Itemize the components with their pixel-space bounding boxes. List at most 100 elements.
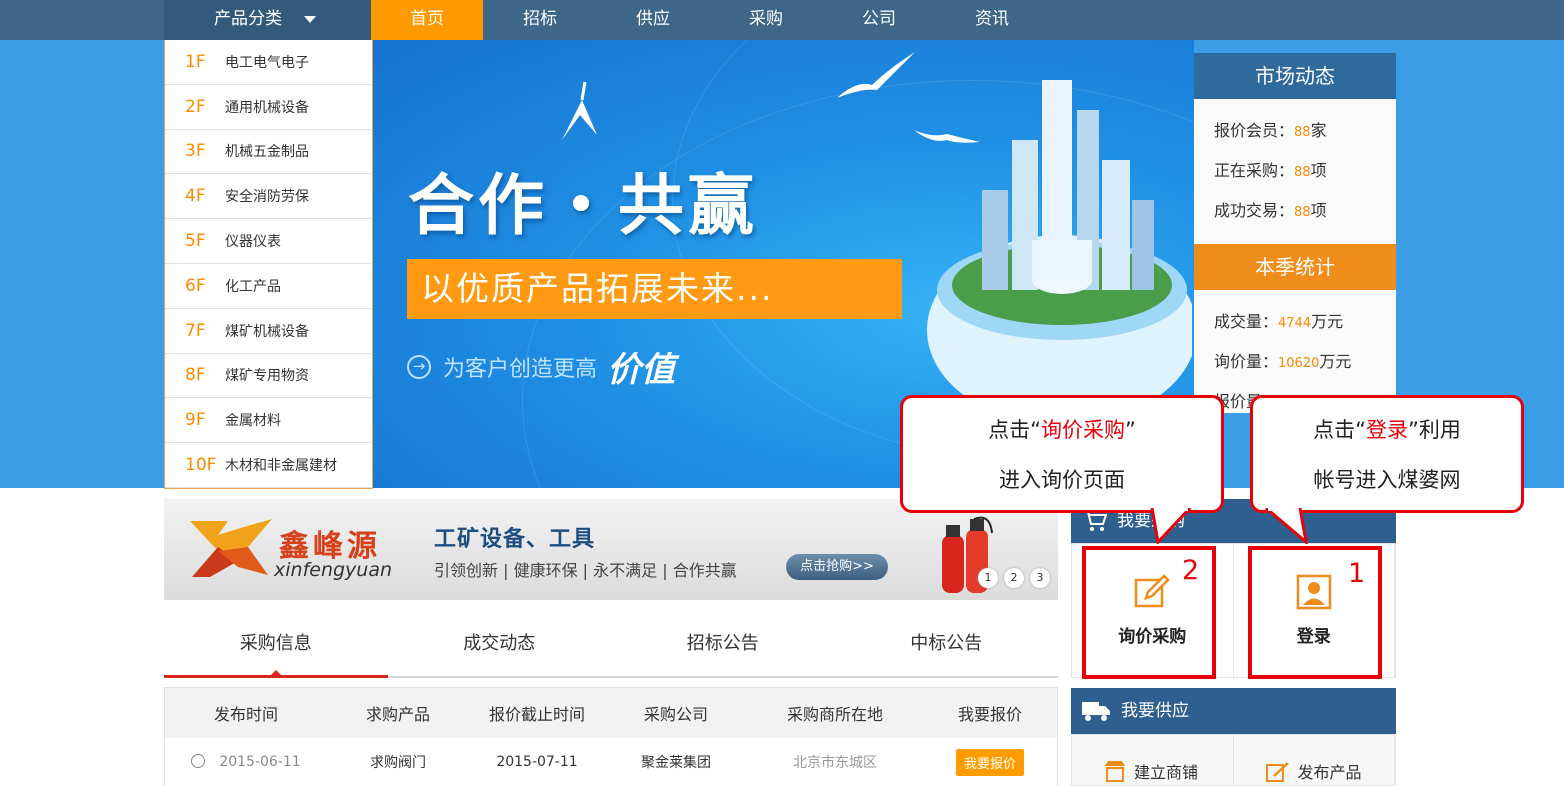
category-floor: 9F: [185, 410, 206, 431]
build-shop-label: 建立商铺: [1134, 763, 1199, 782]
ad-page-dot[interactable]: 2: [1004, 568, 1024, 588]
category-floor: 1F: [185, 51, 206, 72]
shop-icon: [1105, 761, 1125, 782]
supply-panel-title: 我要供应: [1121, 701, 1189, 721]
market-row: 正在采购：88项: [1194, 151, 1396, 191]
brand-logo-icon: [190, 519, 272, 577]
nav-home[interactable]: 首页: [371, 0, 483, 40]
season-row: 成交量：4744万元: [1194, 302, 1396, 342]
truck-icon: [1082, 702, 1110, 721]
tagline-emphasis: 价值: [607, 350, 676, 390]
category-item[interactable]: 3F 机械五金制品: [165, 130, 372, 175]
market-row-unit: 家: [1310, 121, 1327, 140]
category-menu: 1F 电工电气电子 2F 通用机械设备 3F 机械五金制品 4F 安全消防劳保 5F 仪器…: [164, 40, 373, 489]
category-item[interactable]: 1F 电工电气电子: [165, 40, 372, 85]
column-header: 发布时间: [213, 705, 278, 724]
category-floor: 7F: [185, 320, 206, 341]
market-row-label: 成功交易：: [1214, 201, 1295, 220]
quote-button[interactable]: 我要报价: [955, 748, 1024, 776]
season-row-label: 成交量：: [1214, 312, 1279, 331]
category-item[interactable]: 9F 金属材料: [165, 398, 372, 444]
supply-panel: 建立商铺 发布产品: [1071, 734, 1396, 786]
category-floor: 5F: [185, 231, 206, 252]
top-nav: 产品分类 首页 招标 供应 采购 公司 资讯: [0, 0, 1564, 40]
nav-news[interactable]: 资讯: [936, 0, 1048, 40]
category-floor: 2F: [185, 96, 206, 117]
market-row-unit: 项: [1310, 201, 1327, 220]
cell-product[interactable]: 求购阀门: [327, 752, 469, 772]
publish-product-button[interactable]: 发布产品: [1234, 735, 1395, 785]
callout-highlight: 登录: [1366, 418, 1408, 442]
banner-subslogan: 以优质产品拓展未来...: [407, 259, 902, 319]
season-row-label: 询价量：: [1214, 352, 1279, 371]
ad-banner[interactable]: 鑫峰源 xinfengyuan 工矿设备、工具 引领创新 | 健康环保 | 永不…: [164, 499, 1058, 600]
callout-text: 点击“: [988, 418, 1041, 442]
market-row-value: 88: [1294, 125, 1311, 140]
category-item[interactable]: 5F 仪器仪表: [165, 219, 372, 264]
category-name: 煤矿机械设备: [225, 323, 309, 340]
nav-tender[interactable]: 招标: [484, 0, 596, 40]
market-title: 市场动态: [1194, 53, 1396, 99]
column-header: 采购公司: [643, 705, 708, 724]
nav-supply[interactable]: 供应: [597, 0, 709, 40]
ad-pager: 1 2 3: [978, 568, 1050, 588]
cell-location: 北京市东城区: [793, 755, 877, 771]
market-row: 成功交易：88项: [1194, 191, 1396, 231]
chevron-down-icon: [304, 15, 316, 23]
market-row-label: 正在采购：: [1214, 161, 1295, 180]
product-category-button[interactable]: 产品分类: [164, 0, 371, 40]
category-item[interactable]: 7F 煤矿机械设备: [165, 309, 372, 354]
ad-subline: 引领创新 | 健康环保 | 永不满足 | 合作共赢: [434, 561, 737, 580]
product-category-label: 产品分类: [214, 9, 282, 29]
nav-company[interactable]: 公司: [823, 0, 935, 40]
callout-inquiry: 点击“询价采购” 进入询价页面: [900, 395, 1224, 513]
publish-icon: [1265, 762, 1289, 782]
season-row-value: 4744: [1278, 316, 1312, 331]
nav-purchase[interactable]: 采购: [710, 0, 822, 40]
category-name: 木材和非金属建材: [225, 458, 337, 475]
callout-login: 点击“登录”利用 帐号进入煤婆网: [1250, 395, 1524, 513]
category-item[interactable]: 6F 化工产品: [165, 264, 372, 309]
category-floor: 3F: [185, 141, 206, 162]
ad-headline: 工矿设备、工具: [434, 527, 596, 552]
callout-text: 点击“: [1313, 418, 1366, 442]
tagline-text: 为客户创造更高: [443, 356, 598, 382]
cell-company[interactable]: 聚金莱集团: [605, 752, 747, 772]
publish-product-label: 发布产品: [1297, 763, 1362, 782]
cell-deadline: 2015-07-11: [496, 754, 578, 770]
tab-tender-notice[interactable]: 招标公告: [611, 620, 835, 676]
category-floor: 8F: [185, 365, 206, 386]
callout-line: 进入询价页面: [999, 468, 1125, 492]
category-item[interactable]: 10F 木材和非金属建材: [165, 443, 372, 488]
market-row-value: 88: [1294, 165, 1311, 180]
category-item[interactable]: 8F 煤矿专用物资: [165, 354, 372, 399]
market-row: 报价会员：88家: [1194, 111, 1396, 151]
category-name: 化工产品: [225, 278, 281, 295]
season-title: 本季统计: [1194, 244, 1396, 290]
category-floor: 4F: [185, 186, 206, 207]
build-shop-button[interactable]: 建立商铺: [1072, 735, 1234, 785]
tab-purchase-info[interactable]: 采购信息: [164, 620, 388, 678]
category-name: 金属材料: [225, 413, 281, 430]
ad-page-dot[interactable]: 1: [978, 568, 998, 588]
callout-text: ”: [1125, 418, 1136, 442]
tab-award-notice[interactable]: 中标公告: [835, 620, 1059, 676]
season-row-value: 10620: [1278, 356, 1320, 371]
season-row: 询价量：10620万元: [1194, 342, 1396, 382]
table-row[interactable]: 2015-06-11 求购阀门 2015-07-11 聚金莱集团 北京市东城区 …: [165, 738, 1057, 786]
tab-deals[interactable]: 成交动态: [388, 620, 612, 676]
step-number-badge: 2: [1182, 555, 1200, 586]
market-row-unit: 项: [1310, 161, 1327, 180]
category-item[interactable]: 2F 通用机械设备: [165, 85, 372, 130]
cell-date: 2015-06-11: [165, 754, 327, 770]
ad-cta-button[interactable]: 点击抢购>>: [786, 554, 888, 580]
ad-page-dot[interactable]: 3: [1030, 568, 1050, 588]
step-number-badge: 1: [1348, 558, 1366, 589]
cart-icon: [1084, 511, 1107, 531]
category-item[interactable]: 4F 安全消防劳保: [165, 174, 372, 220]
column-header: 采购商所在地: [786, 705, 883, 724]
category-name: 机械五金制品: [225, 144, 309, 161]
column-header: 求购产品: [365, 705, 430, 724]
supply-panel-header: 我要供应: [1071, 688, 1396, 734]
table-header: 发布时间 求购产品 报价截止时间 采购公司 采购商所在地 我要报价: [165, 688, 1057, 738]
